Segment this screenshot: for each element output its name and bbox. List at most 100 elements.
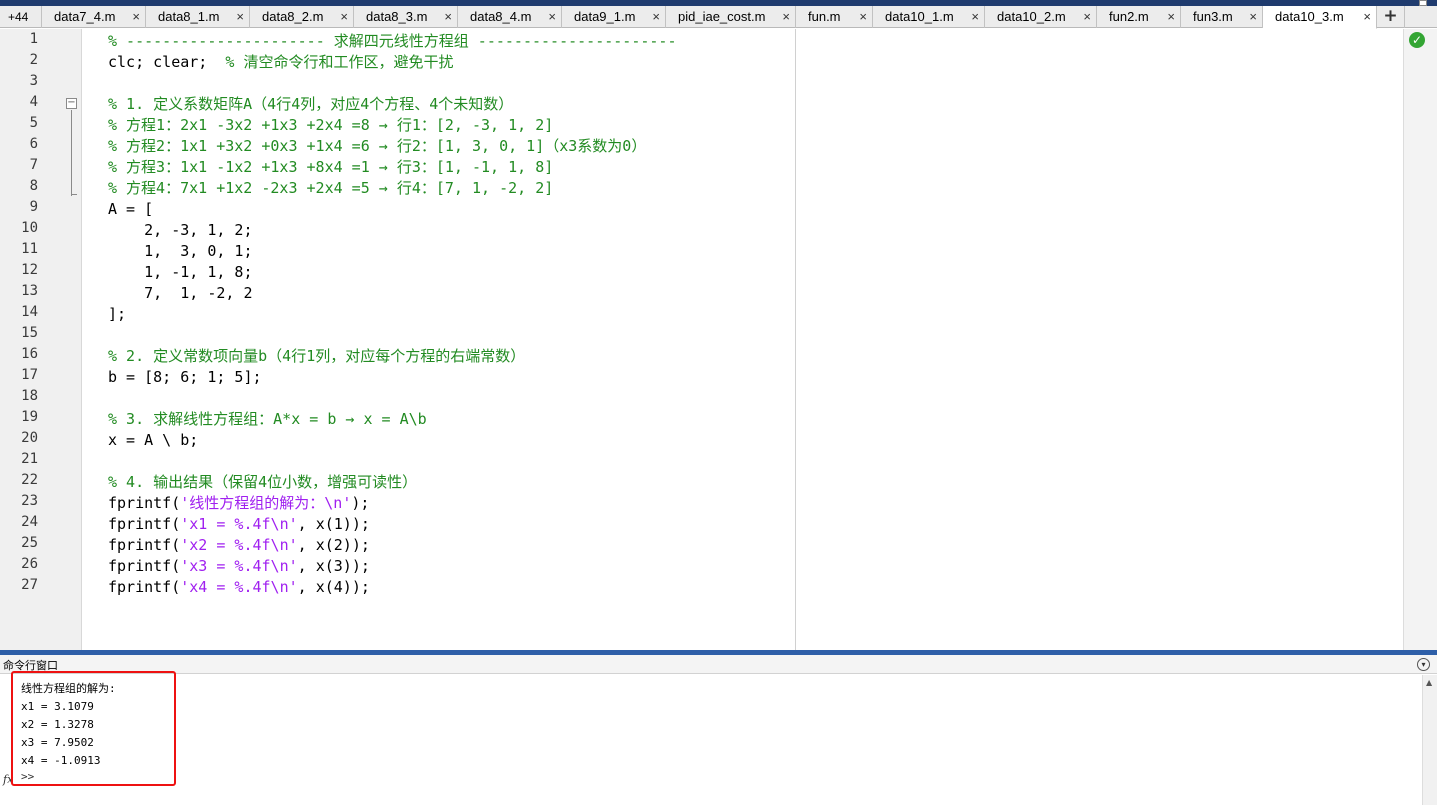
- code-line[interactable]: 1, -1, 1, 8;: [108, 262, 253, 282]
- code-line[interactable]: % ---------------------- 求解四元线性方程组 -----…: [108, 31, 676, 51]
- code-string: 'x3 = %.4f\n': [180, 557, 298, 575]
- editor-tab[interactable]: data8_2.m ×: [250, 6, 354, 28]
- code-text: fprintf(: [108, 494, 181, 512]
- code-line[interactable]: 2, -3, 1, 2;: [108, 220, 253, 240]
- code-text: , x(3));: [297, 557, 370, 575]
- code-line[interactable]: A = [: [108, 199, 153, 219]
- line-number: 19: [21, 409, 38, 425]
- editor-tab[interactable]: data8_4.m ×: [458, 6, 562, 28]
- editor-tab[interactable]: fun.m ×: [796, 6, 873, 28]
- code-line[interactable]: % 3. 求解线性方程组：A*x = b → x = A\b: [108, 409, 427, 429]
- line-number: 8: [29, 178, 38, 194]
- code-comment: % 1. 定义系数矩阵A（4行4列，对应4个方程、4个未知数）: [108, 95, 514, 113]
- code-text: 1, 3, 0, 1;: [108, 242, 253, 260]
- close-tab-icon[interactable]: ×: [652, 6, 660, 28]
- close-tab-icon[interactable]: ×: [971, 6, 979, 28]
- code-text: fprintf(: [108, 578, 181, 596]
- close-tab-icon[interactable]: ×: [782, 6, 790, 28]
- line-number: 5: [29, 115, 38, 131]
- editor-tab[interactable]: data10_2.m ×: [985, 6, 1097, 28]
- command-window-header: 命令行窗口 ▾: [0, 655, 1437, 674]
- editor-tab[interactable]: data7_4.m ×: [42, 6, 146, 28]
- close-tab-icon[interactable]: ×: [444, 6, 452, 28]
- line-number: 12: [21, 262, 38, 278]
- check-circle-icon: ✓: [1409, 32, 1425, 48]
- close-tab-icon[interactable]: ×: [236, 6, 244, 28]
- code-line[interactable]: % 方程1：2x1 -3x2 +1x3 +2x4 =8 → 行1：[2, -3,…: [108, 115, 553, 135]
- editor-tab[interactable]: data8_1.m ×: [146, 6, 250, 28]
- code-line[interactable]: % 方程4：7x1 +1x2 -2x3 +2x4 =5 → 行4：[7, 1, …: [108, 178, 553, 198]
- code-line[interactable]: clc; clear; % 清空命令行和工作区，避免干扰: [108, 52, 453, 72]
- close-tab-icon[interactable]: ×: [1167, 6, 1175, 28]
- code-text: , x(2));: [297, 536, 370, 554]
- code-comment: % 2. 定义常数项向量b（4行1列，对应每个方程的右端常数）: [108, 347, 526, 365]
- add-tab-button[interactable]: +: [1377, 6, 1405, 28]
- code-line[interactable]: % 4. 输出结果（保留4位小数，增强可读性）: [108, 472, 417, 492]
- close-tab-icon[interactable]: ×: [132, 6, 140, 28]
- close-tab-icon[interactable]: ×: [1083, 6, 1091, 28]
- code-line[interactable]: % 2. 定义常数项向量b（4行1列，对应每个方程的右端常数）: [108, 346, 525, 366]
- code-string: 'x4 = %.4f\n': [180, 578, 298, 596]
- line-number: 22: [21, 472, 38, 488]
- code-line[interactable]: fprintf('x1 = %.4f\n', x(1));: [108, 514, 370, 534]
- command-window-body[interactable]: fx ▲ 线性方程组的解为: x1 = 3.1079 x2 = 1.3278 x3 =…: [0, 675, 1437, 805]
- line-number: 15: [21, 325, 38, 341]
- code-text: A = [: [108, 200, 154, 218]
- code-line[interactable]: x = A \ b;: [108, 430, 198, 450]
- editor-tab[interactable]: data10_3.m ×: [1263, 6, 1377, 29]
- code-line[interactable]: % 方程3：1x1 -1x2 +1x3 +8x4 =1 → 行3：[1, -1,…: [108, 157, 553, 177]
- code-line[interactable]: % 方程2：1x1 +3x2 +0x3 +1x4 =6 → 行2：[1, 3, …: [108, 136, 646, 156]
- editor-tab[interactable]: data9_1.m ×: [562, 6, 666, 28]
- code-fold-toggle[interactable]: −: [66, 98, 77, 109]
- code-text: 2, -3, 1, 2;: [108, 221, 253, 239]
- editor-tab[interactable]: data8_3.m ×: [354, 6, 458, 28]
- code-line[interactable]: fprintf('x4 = %.4f\n', x(4));: [108, 577, 370, 597]
- code-line[interactable]: fprintf('x2 = %.4f\n', x(2));: [108, 535, 370, 555]
- command-window-scrollbar[interactable]: ▲: [1422, 675, 1437, 805]
- close-tab-icon[interactable]: ×: [859, 6, 867, 28]
- fold-guide-line: [71, 110, 72, 196]
- line-number: 14: [21, 304, 38, 320]
- code-line[interactable]: % 1. 定义系数矩阵A（4行4列，对应4个方程、4个未知数）: [108, 94, 513, 114]
- code-line[interactable]: fprintf('x3 = %.4f\n', x(3));: [108, 556, 370, 576]
- code-line[interactable]: fprintf('线性方程组的解为：\n');: [108, 493, 369, 513]
- editor-tab[interactable]: fun2.m ×: [1097, 6, 1181, 28]
- code-comment: % 方程1：2x1 -3x2 +1x3 +2x4 =8 → 行1：[2, -3,…: [108, 116, 554, 134]
- code-line[interactable]: 7, 1, -2, 2: [108, 283, 252, 303]
- code-comment: % ---------------------- 求解四元线性方程组 -----…: [108, 32, 677, 50]
- tab-overflow-button[interactable]: +44: [0, 6, 42, 28]
- code-line[interactable]: b = [8; 6; 1; 5];: [108, 367, 262, 387]
- output-highlight-box: [11, 671, 176, 786]
- editor-scrollbar[interactable]: [1403, 29, 1437, 650]
- code-editor[interactable]: 1 2 3 4 5 6 7 8 9 10 11 12 13 14 15 16 17 18 19 20 21 22 23 24 2…: [0, 29, 1437, 650]
- line-number: 6: [29, 136, 38, 152]
- editor-tab[interactable]: pid_iae_cost.m ×: [666, 6, 796, 28]
- code-text: 1, -1, 1, 8;: [108, 263, 253, 281]
- line-number: 3: [29, 73, 38, 89]
- editor-tab[interactable]: fun3.m ×: [1181, 6, 1263, 28]
- tab-label: fun3.m: [1193, 9, 1233, 24]
- code-comment: % 清空命令行和工作区，避免干扰: [225, 53, 454, 71]
- code-line[interactable]: ];: [108, 304, 126, 324]
- code-text: , x(4));: [297, 578, 370, 596]
- code-text: fprintf(: [108, 557, 181, 575]
- code-line[interactable]: 1, 3, 0, 1;: [108, 241, 253, 261]
- line-number-gutter: 1 2 3 4 5 6 7 8 9 10 11 12 13 14 15 16 17 18 19 20 21 22 23 24 2…: [0, 29, 82, 650]
- scroll-up-arrow-icon[interactable]: ▲: [1426, 678, 1432, 687]
- close-tab-icon[interactable]: ×: [340, 6, 348, 28]
- tab-label: data8_4.m: [470, 9, 532, 24]
- line-number: 17: [21, 367, 38, 383]
- editor-tab[interactable]: data10_1.m ×: [873, 6, 985, 28]
- code-string: '线性方程组的解为：\n': [180, 494, 352, 512]
- line-number: 24: [21, 514, 38, 530]
- close-tab-icon[interactable]: ×: [548, 6, 556, 28]
- code-comment: % 方程4：7x1 +1x2 -2x3 +2x4 =5 → 行4：[7, 1, …: [108, 179, 554, 197]
- chevron-down-circle-icon[interactable]: ▾: [1417, 658, 1430, 671]
- code-comment: % 4. 输出结果（保留4位小数，增强可读性）: [108, 473, 418, 491]
- line-number: 11: [21, 241, 38, 257]
- line-number: 21: [21, 451, 38, 467]
- line-number: 18: [21, 388, 38, 404]
- close-tab-icon[interactable]: ×: [1249, 6, 1257, 28]
- close-tab-icon[interactable]: ×: [1363, 6, 1371, 28]
- code-comment: % 3. 求解线性方程组：A*x = b → x = A\b: [108, 410, 427, 428]
